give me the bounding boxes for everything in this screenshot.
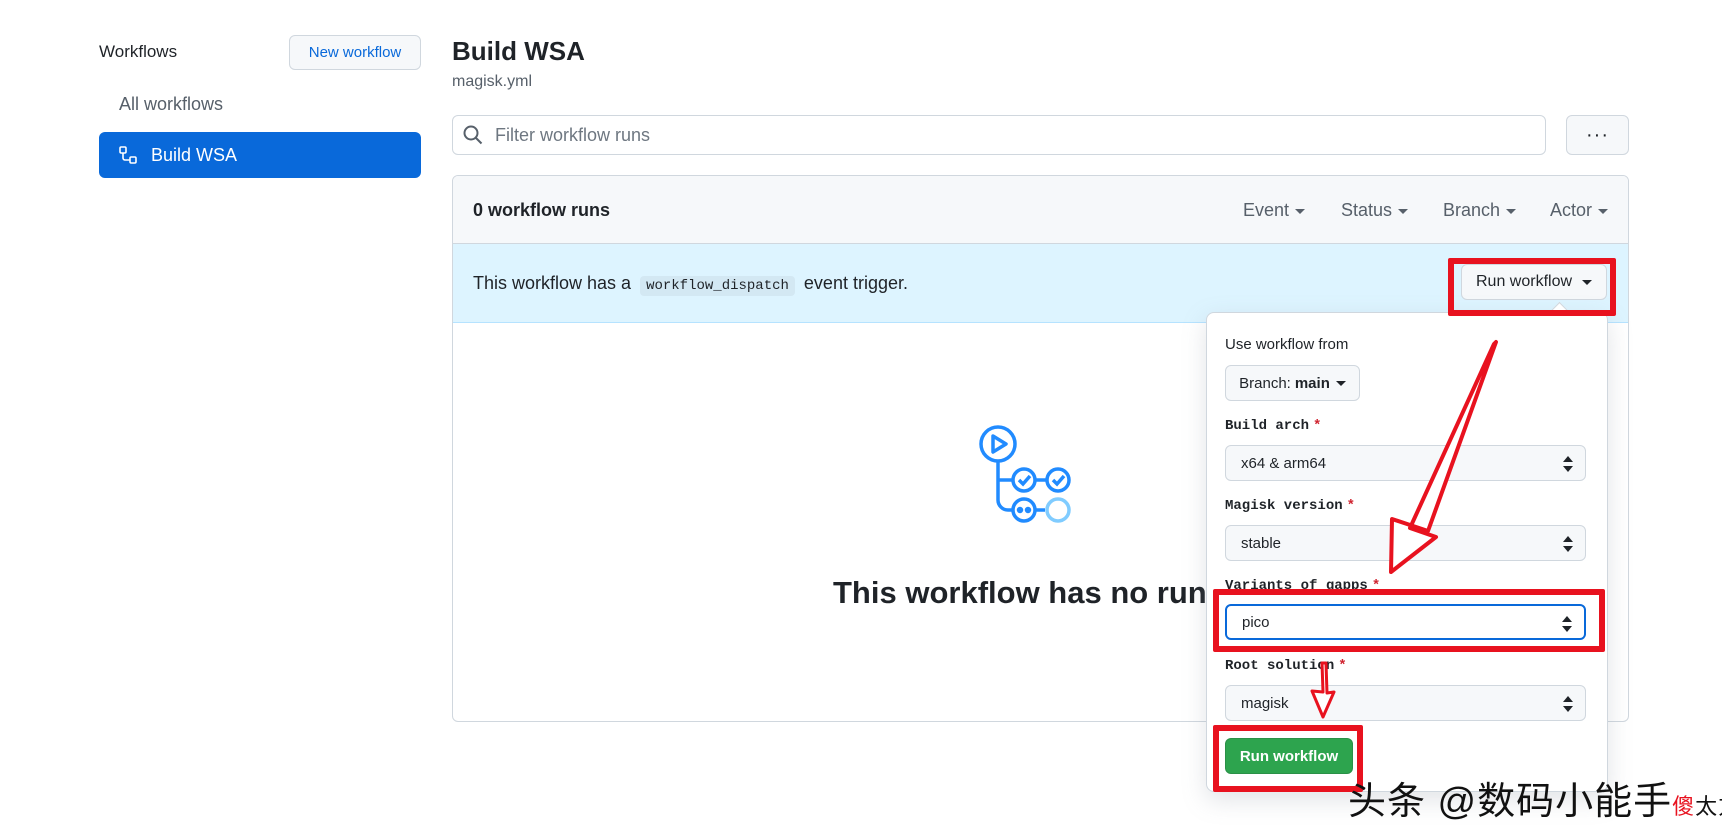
- status-filter[interactable]: Status: [1341, 200, 1409, 221]
- sidebar-item-all-workflows[interactable]: All workflows: [119, 94, 223, 115]
- runs-count: 0 workflow runs: [473, 200, 611, 220]
- required-mark: *: [1313, 418, 1322, 434]
- build-arch-value: x64 & arm64: [1241, 454, 1327, 472]
- annotation-highlight-gapps-select: [1213, 589, 1605, 652]
- watermark: 头条 @数码小能手傻太方: [1348, 770, 1722, 825]
- event-filter[interactable]: Event: [1243, 200, 1306, 221]
- status-filter-label: Status: [1341, 200, 1393, 220]
- workflow-icon: [119, 146, 137, 164]
- filter-runs-input[interactable]: [495, 124, 1395, 146]
- chevron-down-icon: [1295, 208, 1306, 214]
- watermark-small: 太方: [1695, 794, 1722, 819]
- field-label-text: Root solution: [1225, 658, 1335, 674]
- root-solution-value: magisk: [1241, 694, 1289, 712]
- select-arrows-icon: [1563, 696, 1573, 712]
- root-solution-label: Root solution *: [1225, 658, 1347, 674]
- run-workflow-panel: Use workflow from Branch: main Build arc…: [1206, 312, 1608, 792]
- branch-prefix: Branch:: [1239, 374, 1291, 392]
- chevron-down-icon: [1506, 208, 1517, 214]
- field-label-text: Magisk version: [1225, 498, 1343, 514]
- sidebar-item-build-wsa[interactable]: Build WSA: [99, 132, 421, 178]
- sidebar-title: Workflows: [99, 42, 178, 61]
- branch-filter-label: Branch: [1443, 200, 1501, 220]
- magisk-version-select[interactable]: stable: [1225, 525, 1586, 561]
- required-mark: *: [1346, 498, 1356, 514]
- branch-filter[interactable]: Branch: [1443, 200, 1517, 221]
- filter-box[interactable]: [452, 115, 1546, 155]
- field-label-text: Build arch: [1225, 418, 1310, 434]
- root-solution-select[interactable]: magisk: [1225, 685, 1586, 721]
- watermark-tail: 手: [1633, 781, 1673, 823]
- workflow-graph-icon: [979, 425, 1071, 523]
- select-arrows-icon: [1563, 456, 1573, 472]
- runs-header: 0 workflow runs Event Status Branch Acto…: [453, 176, 1628, 244]
- watermark-red-char: 傻: [1672, 794, 1696, 819]
- build-arch-select[interactable]: x64 & arm64: [1225, 445, 1586, 481]
- dispatch-text: This workflow has a workflow_dispatch ev…: [473, 273, 908, 296]
- workflow-filename[interactable]: magisk.yml: [452, 73, 532, 91]
- required-mark: *: [1338, 658, 1347, 674]
- chevron-down-icon: [1398, 208, 1409, 214]
- actor-filter[interactable]: Actor: [1550, 200, 1609, 221]
- magisk-version-value: stable: [1241, 534, 1282, 552]
- watermark-main: 头条 @数码小能: [1348, 781, 1634, 823]
- chevron-down-icon: [1335, 380, 1346, 386]
- empty-state-title: This workflow has no runs y: [833, 575, 1250, 610]
- use-workflow-from-label: Use workflow from: [1225, 336, 1349, 353]
- dispatch-prefix: This workflow has a: [473, 273, 632, 293]
- magisk-version-label: Magisk version *: [1225, 498, 1355, 514]
- sidebar-item-label: Build WSA: [151, 144, 238, 165]
- branch-select-button[interactable]: Branch: main: [1225, 365, 1360, 401]
- build-arch-label: Build arch *: [1225, 418, 1321, 434]
- search-icon: [463, 125, 483, 145]
- annotation-highlight-run-dropdown: [1448, 258, 1616, 316]
- select-arrows-icon: [1563, 536, 1573, 552]
- actor-filter-label: Actor: [1550, 200, 1593, 220]
- page-title: Build WSA: [452, 36, 585, 66]
- dispatch-code: workflow_dispatch: [640, 276, 795, 296]
- event-filter-label: Event: [1243, 200, 1290, 220]
- branch-value: main: [1294, 374, 1330, 392]
- dispatch-suffix: event trigger.: [803, 273, 908, 293]
- more-options-button[interactable]: ···: [1566, 115, 1629, 155]
- new-workflow-button[interactable]: New workflow: [289, 35, 421, 70]
- chevron-down-icon: [1598, 208, 1609, 214]
- annotation-highlight-run-button: [1213, 725, 1363, 792]
